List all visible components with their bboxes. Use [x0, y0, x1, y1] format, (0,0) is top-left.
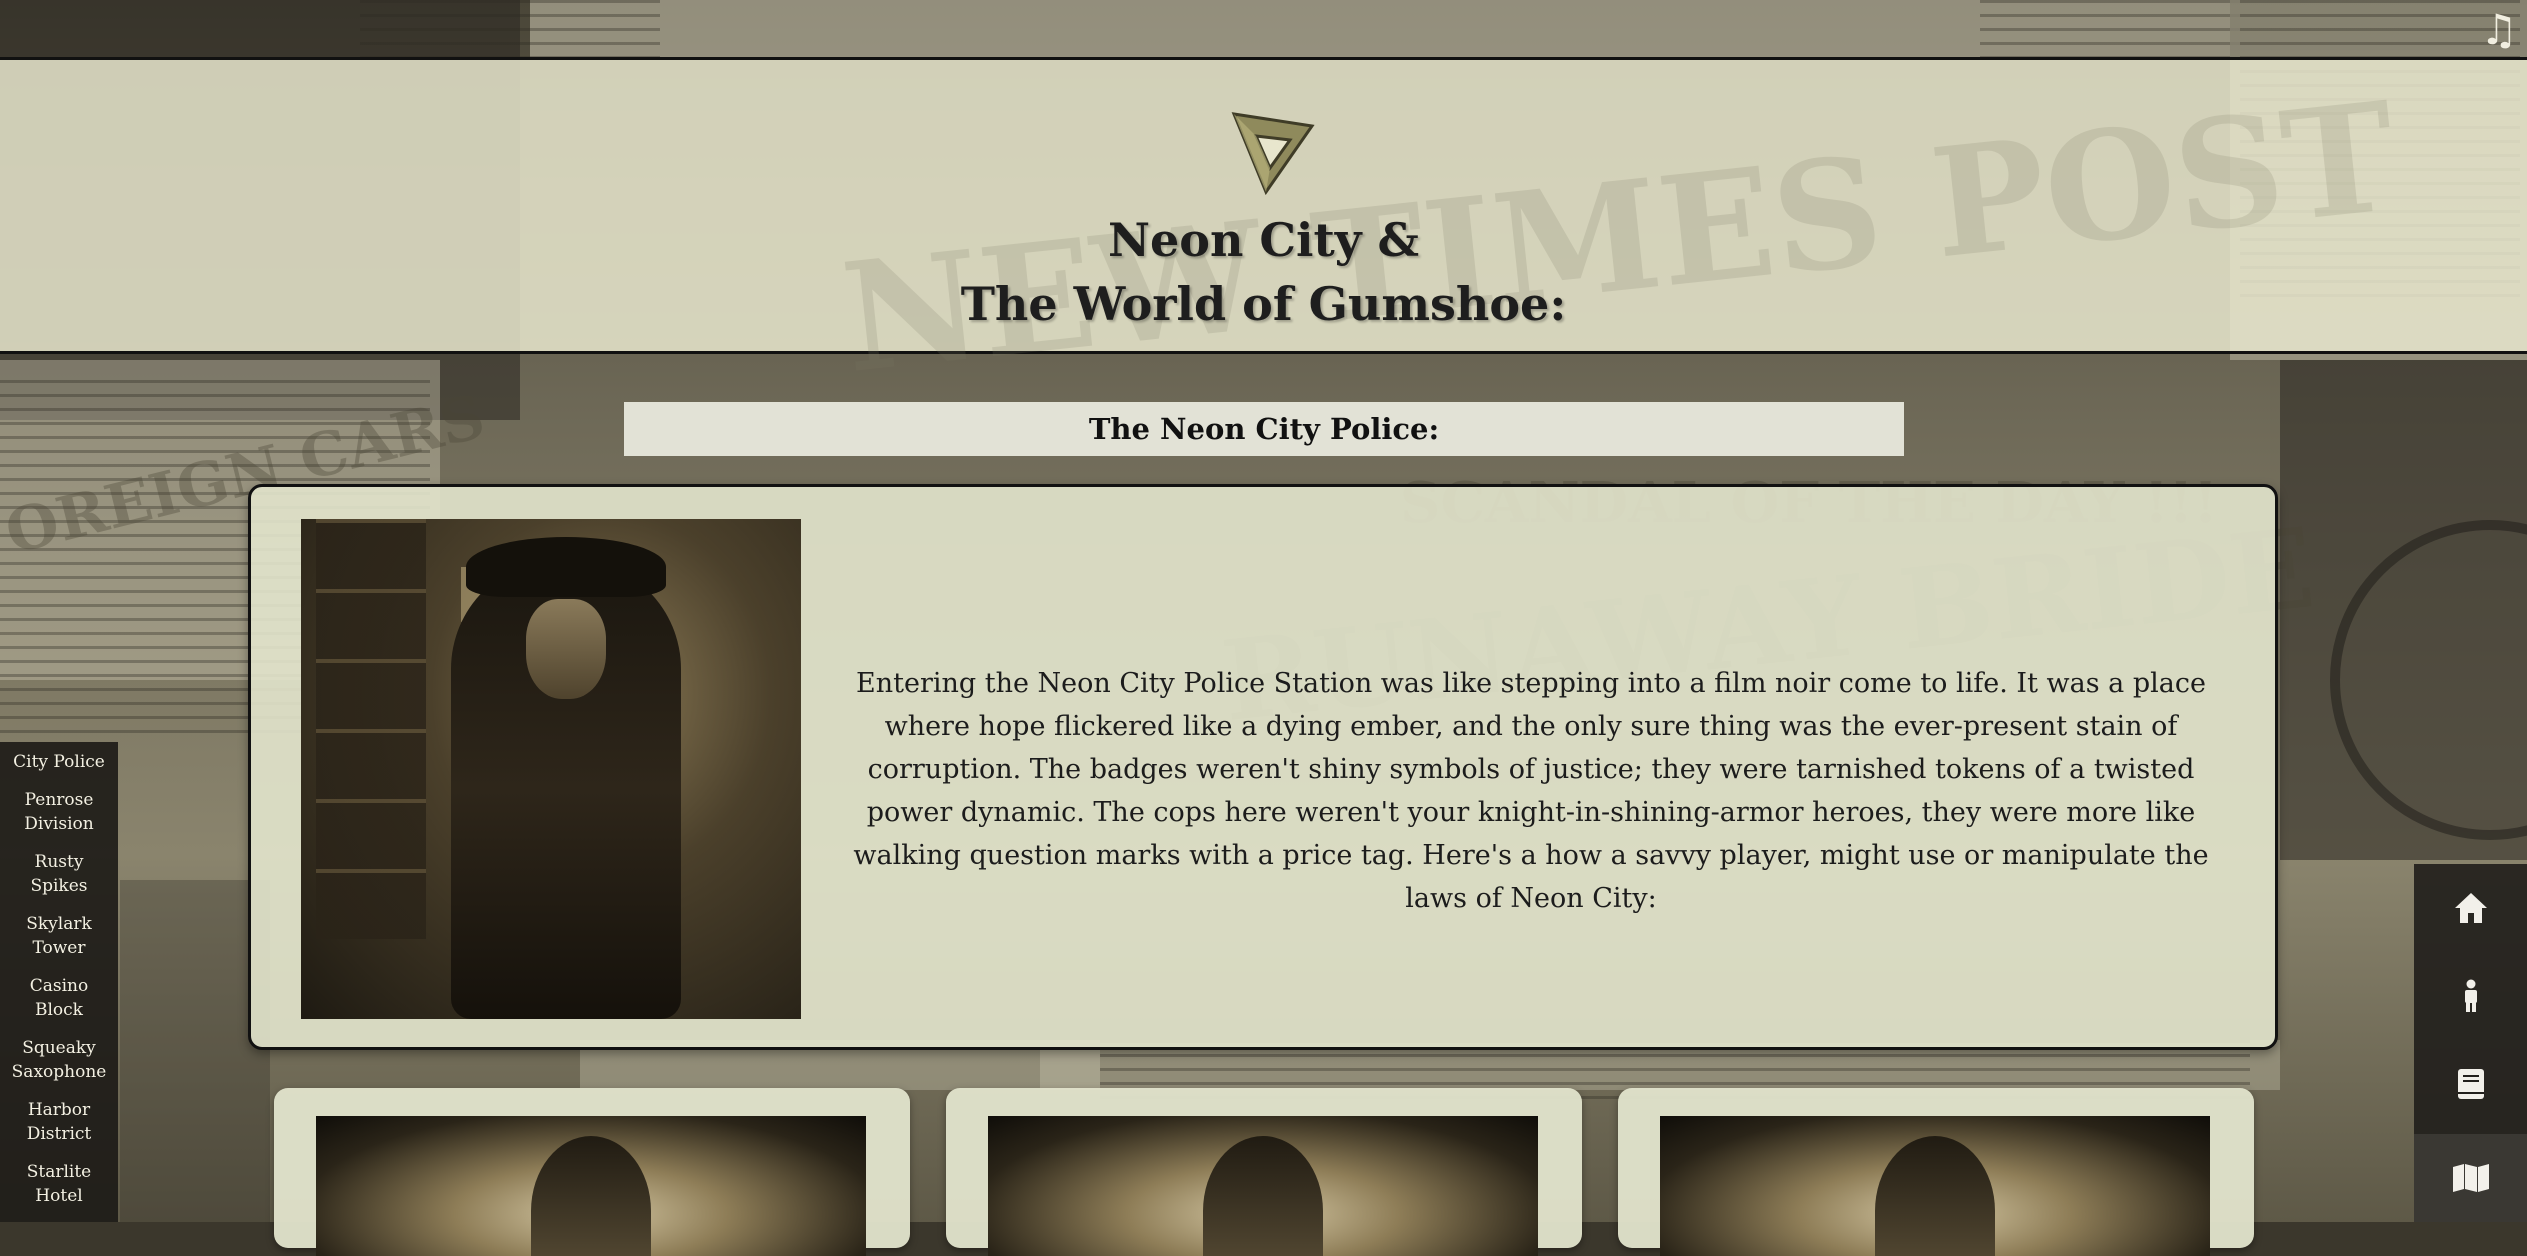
section-heading: The Neon City Police: [624, 402, 1904, 456]
character-head [531, 1136, 651, 1256]
sidebar-item-rusty-spikes[interactable]: Rusty Spikes [0, 850, 118, 898]
fedora-hat [466, 537, 666, 597]
music-note-icon[interactable]: ♫ [2477, 6, 2521, 54]
character-portrait [316, 1116, 866, 1256]
intro-card: Entering the Neon City Police Station wa… [248, 484, 2278, 1050]
person-icon [2464, 979, 2477, 1012]
triangle-logo-icon [1231, 112, 1315, 195]
sidebar-item-harbor-district[interactable]: Harbor District [0, 1098, 118, 1146]
sidebar-item-penrose-division[interactable]: Penrose Division [0, 788, 118, 836]
detective-face [526, 599, 606, 699]
sidebar-item-skylark-tower[interactable]: Skylark Tower [0, 912, 118, 960]
intro-text: Entering the Neon City Police Station wa… [853, 668, 2209, 914]
map-button[interactable] [2414, 1134, 2527, 1222]
sidebar-item-starlite-hotel[interactable]: Starlite Hotel [0, 1160, 118, 1208]
character-card[interactable] [1618, 1088, 2254, 1256]
character-portrait [988, 1116, 1538, 1256]
building-window [316, 519, 426, 939]
sidebar-item-city-police[interactable]: City Police [0, 750, 118, 774]
character-card[interactable] [946, 1088, 1582, 1256]
home-icon [2454, 893, 2487, 923]
character-portrait [1660, 1116, 2210, 1256]
detective-illustration [301, 519, 801, 1019]
right-icon-bar [2414, 864, 2527, 1222]
site-title: Neon City & The World of Gumshoe: [0, 208, 2527, 336]
rules-button[interactable] [2414, 1040, 2527, 1128]
character-card[interactable] [274, 1088, 910, 1256]
site-title-line2: The World of Gumshoe: [960, 277, 1567, 331]
police-cap-head [1203, 1136, 1323, 1256]
site-title-line1: Neon City & [1107, 213, 1420, 267]
home-button[interactable] [2414, 864, 2527, 952]
sidebar-item-casino-block[interactable]: Casino Block [0, 974, 118, 1022]
book-icon [2457, 1069, 2484, 1099]
character-button[interactable] [2414, 952, 2527, 1040]
sidebar-item-squeaky-saxophone[interactable]: Squeaky Saxophone [0, 1036, 118, 1084]
fedora-head [1875, 1136, 1995, 1256]
location-sidebar: City Police Penrose Division Rusty Spike… [0, 742, 118, 1222]
site-header: NEW TIMES POST Neon City & The World of … [0, 57, 2527, 407]
map-icon [2452, 1164, 2489, 1192]
